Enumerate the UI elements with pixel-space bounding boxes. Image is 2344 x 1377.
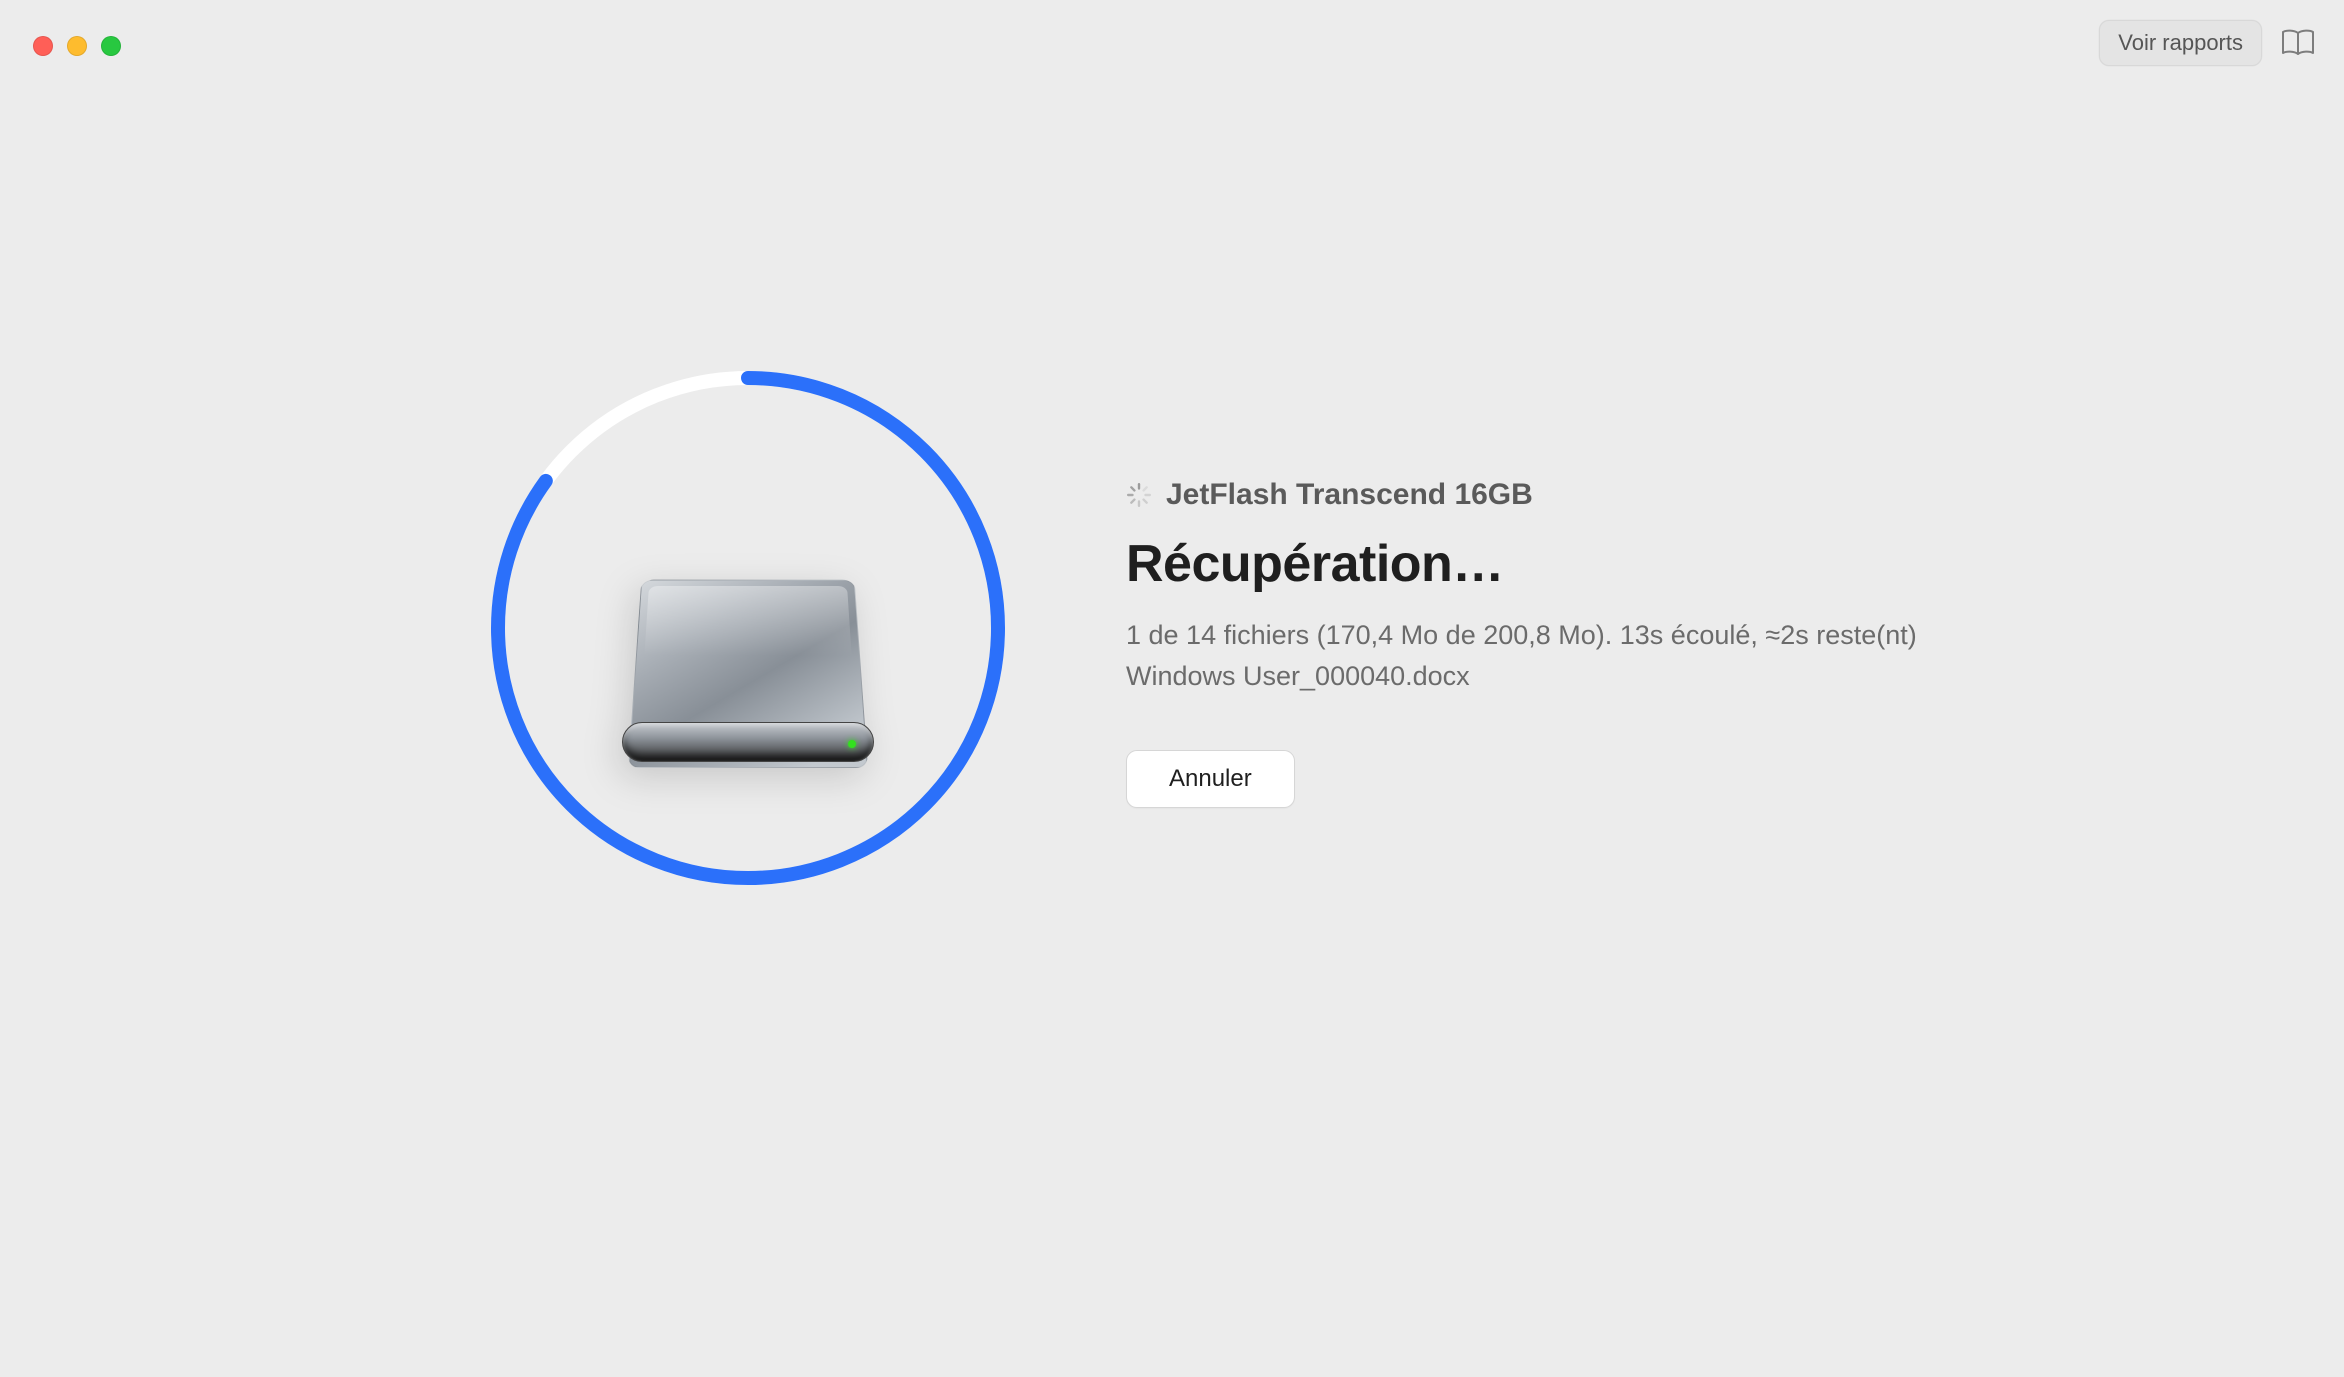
info-panel: JetFlash Transcend 16GB Récupération… 1 …	[1126, 478, 1917, 808]
top-toolbar: Voir rapports	[2099, 20, 2316, 66]
view-reports-button[interactable]: Voir rapports	[2099, 20, 2262, 66]
window-controls	[33, 36, 121, 56]
current-file: Windows User_000040.docx	[1126, 661, 1470, 692]
device-name: JetFlash Transcend 16GB	[1166, 478, 1533, 512]
minimize-window-button[interactable]	[67, 36, 87, 56]
status-text: 1 de 14 fichiers (170,4 Mo de 200,8 Mo).…	[1126, 620, 1917, 651]
progress-indicator	[490, 370, 1006, 886]
close-window-button[interactable]	[33, 36, 53, 56]
cancel-button[interactable]: Annuler	[1126, 750, 1295, 808]
operation-title: Récupération…	[1126, 534, 1504, 594]
help-book-icon[interactable]	[2280, 25, 2316, 61]
device-row: JetFlash Transcend 16GB	[1126, 478, 1533, 512]
drive-icon	[618, 488, 878, 768]
main-content: JetFlash Transcend 16GB Récupération… 1 …	[490, 370, 1917, 886]
spinner-icon	[1126, 482, 1152, 508]
fullscreen-window-button[interactable]	[101, 36, 121, 56]
